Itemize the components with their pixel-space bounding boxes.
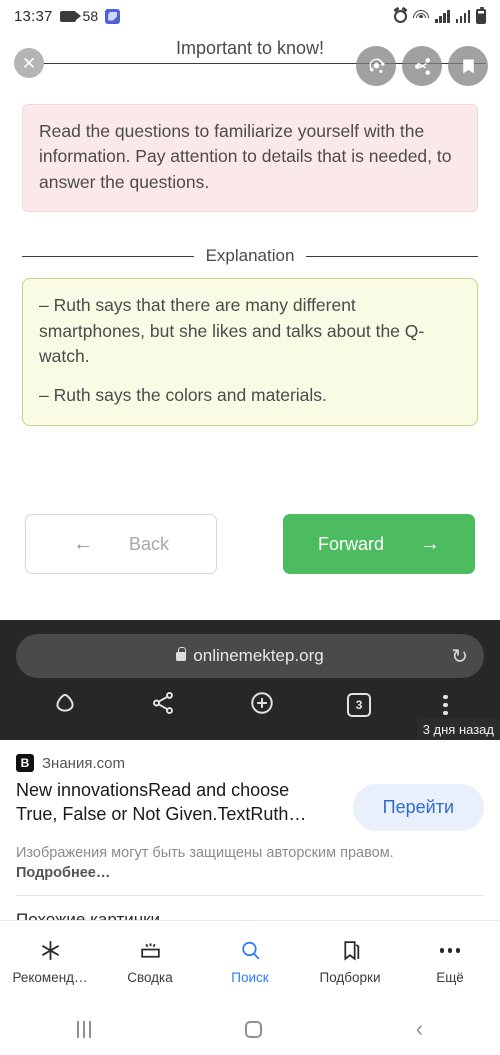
summary-tray-icon (140, 943, 160, 958)
explanation-callout: – Ruth says that there are many differen… (22, 278, 478, 426)
nav-label: Подборки (319, 970, 381, 985)
recents-icon[interactable] (76, 1020, 91, 1038)
address-bar-url: onlinemektep.org (193, 646, 324, 665)
result-title[interactable]: New innovationsRead and choose True, Fal… (16, 779, 316, 827)
lesson-page: ✕ Important to know! Read the questions … (0, 32, 500, 620)
alarm-icon (394, 9, 407, 23)
favicon-icon: В (16, 754, 34, 772)
nav-item-search[interactable]: Поиск (204, 938, 296, 985)
navigation-buttons: ← Back Forward → (0, 514, 500, 574)
section-divider-explanation: Explanation (22, 246, 478, 266)
nav-label: Поиск (231, 970, 269, 985)
status-bar-left: 13:37 58 (14, 7, 121, 25)
header-actions (356, 46, 488, 86)
signal-icon-2 (455, 9, 470, 23)
back-button[interactable]: ← Back (25, 514, 217, 574)
browser-toolbar: 3 3 дня назад (0, 678, 500, 740)
asterisk-icon (41, 941, 59, 960)
status-bar: 13:37 58 (0, 0, 500, 32)
more-dots-icon (439, 938, 461, 963)
divider (16, 895, 484, 897)
status-time: 13:37 (14, 7, 53, 25)
status-bar-right (394, 6, 486, 24)
lesson-header: ✕ Important to know! (0, 32, 500, 94)
system-navigation-bar: ‹ (0, 1003, 500, 1055)
battery-icon (476, 6, 486, 24)
nav-label: Рекоменд… (12, 970, 88, 985)
close-button[interactable]: ✕ (14, 48, 44, 78)
bookmark-icon[interactable] (448, 46, 488, 86)
nav-item-recommendations[interactable]: Рекоменд… (4, 938, 96, 985)
forward-button-label: Forward (317, 533, 384, 554)
share-icon[interactable] (402, 46, 442, 86)
signal-icon-1 (435, 9, 450, 23)
collections-bookmark-icon (343, 941, 359, 961)
source-row[interactable]: В Знания.com (16, 754, 484, 772)
back-icon[interactable]: ‹ (416, 1018, 423, 1040)
cleaner-icon (105, 8, 121, 24)
video-recording-icon (59, 10, 81, 22)
time-ago-badge: 3 дня назад (416, 719, 500, 740)
lock-icon (176, 646, 187, 661)
nav-item-summary[interactable]: Сводка (104, 938, 196, 985)
new-tab-icon[interactable] (249, 690, 275, 721)
lens-icon[interactable] (356, 46, 396, 86)
source-name: Знания.com (42, 754, 125, 772)
goto-button[interactable]: Перейти (352, 784, 484, 831)
explanation-line: – Ruth says the colors and materials. (39, 385, 327, 406)
nav-label: Сводка (127, 970, 173, 985)
explanation-line: – Ruth says that there are many differen… (39, 295, 425, 366)
reload-icon[interactable]: ↻ (451, 644, 468, 669)
forward-button[interactable]: Forward → (283, 514, 475, 574)
nav-item-collections[interactable]: Подборки (304, 938, 396, 985)
address-bar[interactable]: onlinemektep.org ↻ (16, 634, 484, 678)
arrow-left-icon: ← (72, 532, 93, 555)
overflow-menu-icon[interactable] (443, 694, 448, 716)
nav-item-more[interactable]: Ещё (404, 938, 496, 985)
back-button-label: Back (128, 533, 170, 554)
info-callout: Read the questions to familiarize yourse… (22, 104, 478, 213)
copyright-text: Изображения могут быть защищены авторски… (16, 844, 394, 861)
page-title: Important to know! (155, 38, 345, 60)
copyright-notice: Изображения могут быть защищены авторски… (16, 843, 484, 884)
result-card: В Знания.com New innovationsRead and cho… (0, 740, 500, 931)
app-bottom-nav: Рекоменд… Сводка Поиск Подборки Ещё (0, 920, 500, 1002)
search-icon (241, 941, 259, 960)
home-icon[interactable] (244, 1020, 262, 1038)
arrow-right-icon: → (420, 532, 440, 555)
wifi-icon (413, 10, 429, 22)
browser-chrome: onlinemektep.org ↻ 3 3 дня назад (0, 620, 500, 740)
nav-label: Ещё (436, 970, 464, 985)
copyright-more-link[interactable]: Подробнее… (16, 865, 110, 881)
section-label: Explanation (205, 246, 295, 266)
notification-count: 58 (82, 8, 99, 24)
home-icon[interactable] (52, 690, 78, 721)
tab-switcher-icon[interactable]: 3 (347, 693, 372, 717)
share-icon[interactable] (150, 690, 176, 721)
